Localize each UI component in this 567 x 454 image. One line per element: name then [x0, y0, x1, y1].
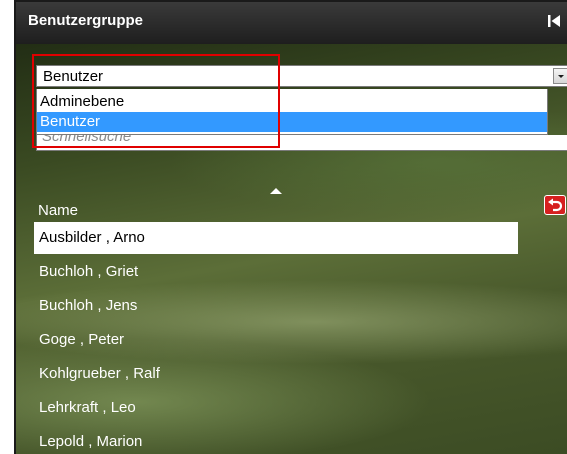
chevron-down-icon: [558, 75, 564, 78]
undo-icon[interactable]: [544, 195, 566, 215]
table-row[interactable]: Lepold , Marion: [38, 426, 518, 454]
panel-titlebar: Benutzergruppe: [16, 2, 567, 44]
table-row[interactable]: Goge , Peter: [38, 324, 518, 356]
dropdown-button[interactable]: [553, 68, 567, 84]
panel-title: Benutzergruppe: [28, 12, 144, 29]
table-row[interactable]: Buchloh , Griet: [38, 256, 518, 288]
collapse-left-icon[interactable]: [545, 12, 563, 30]
table-row[interactable]: Ausbilder , Arno: [34, 222, 518, 254]
table-row[interactable]: Kohlgrueber , Ralf: [38, 358, 518, 390]
user-group-panel: Benutzergruppe Benutzer Schnellsuche Adm…: [14, 0, 567, 454]
annotation-highlight-box: [32, 54, 280, 148]
table-row[interactable]: Lehrkraft , Leo: [38, 392, 518, 424]
undo-arrow-glyph: [548, 198, 563, 212]
sort-ascending-icon[interactable]: [270, 188, 282, 194]
table-row[interactable]: Buchloh , Jens: [38, 290, 518, 322]
column-header-name[interactable]: Name: [38, 202, 78, 219]
